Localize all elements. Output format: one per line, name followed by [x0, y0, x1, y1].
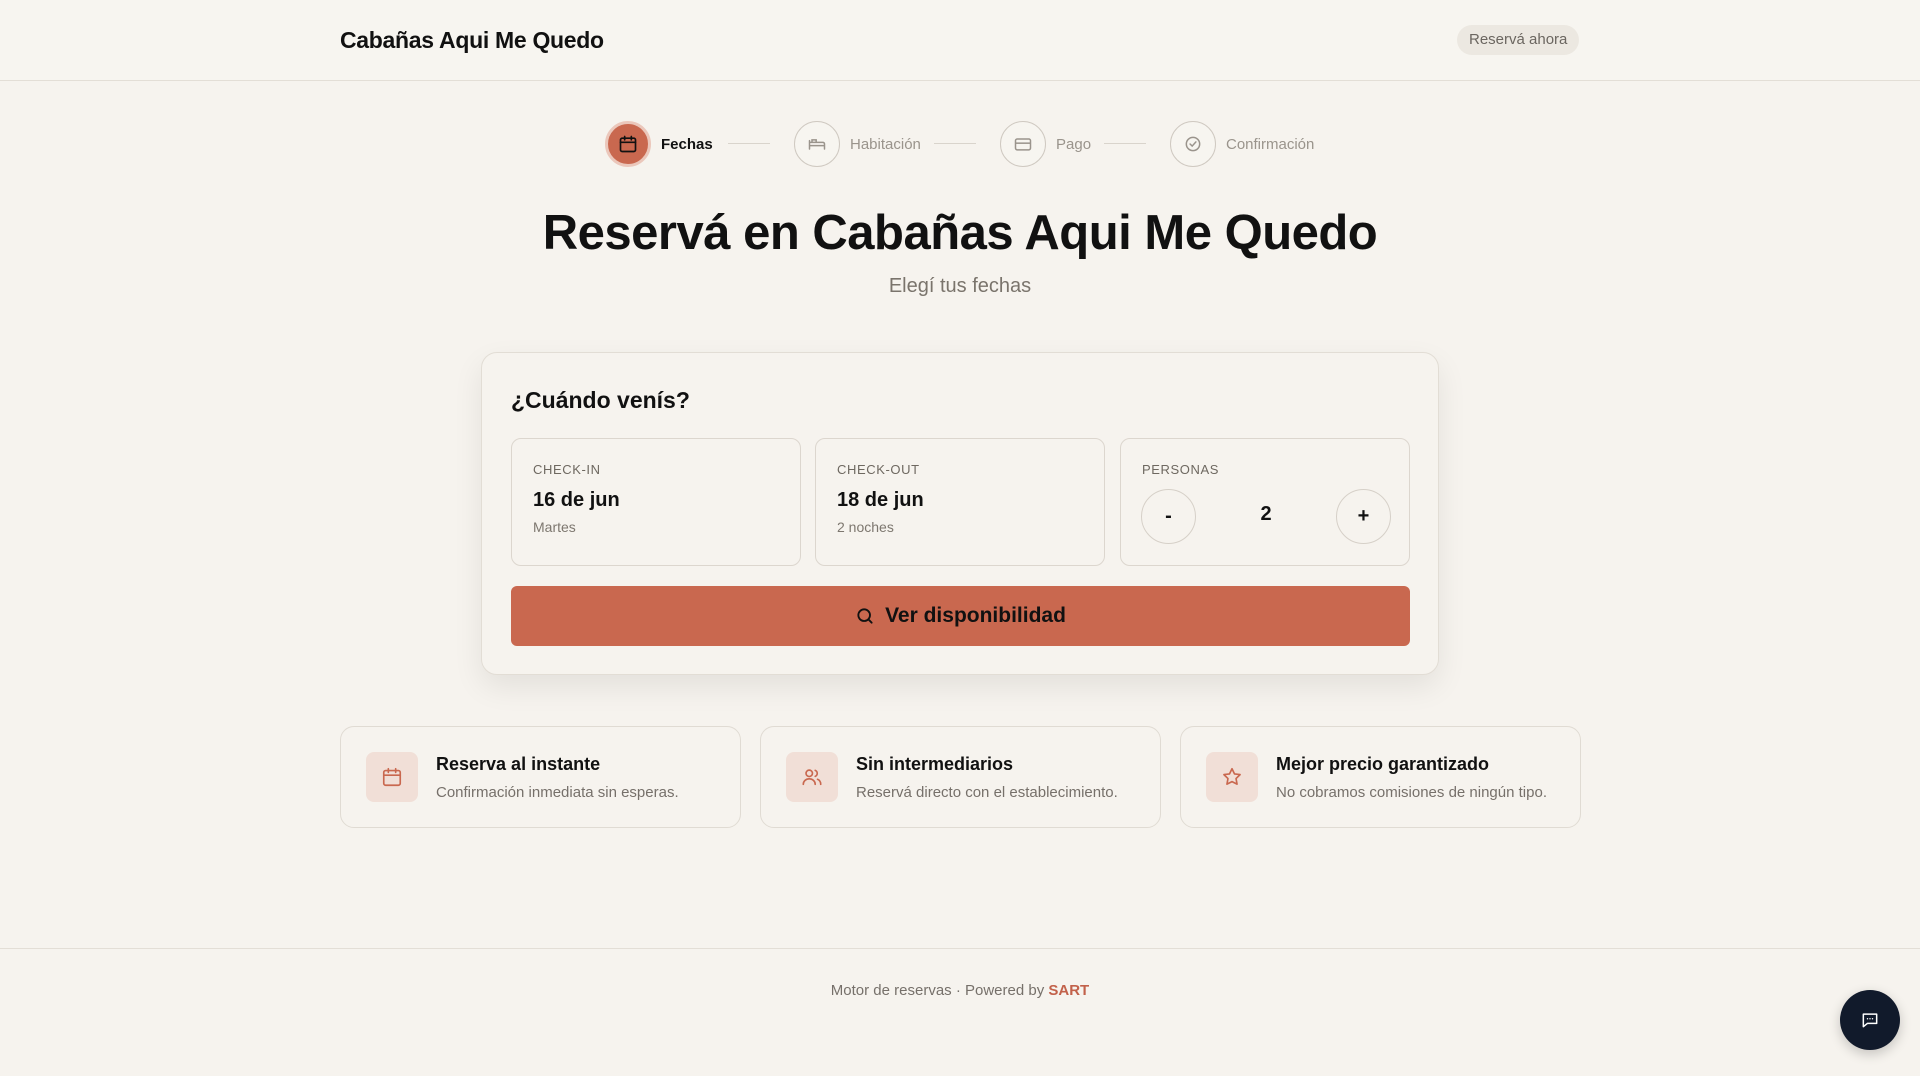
star-icon	[1206, 752, 1258, 802]
users-icon	[786, 752, 838, 802]
step-divider	[1104, 143, 1146, 144]
calendar-icon	[366, 752, 418, 802]
feature-card-instant: Reserva al instante Confirmación inmedia…	[340, 726, 741, 828]
checkin-date: 16 de jun	[533, 489, 620, 511]
feature-title: Sin intermediarios	[856, 754, 1014, 774]
feature-card-price: Mejor precio garantizado No cobramos com…	[1180, 726, 1581, 828]
feature-description: Reservá directo con el establecimiento.	[856, 784, 1118, 801]
step-confirmacion[interactable]: Confirmación	[1170, 120, 1314, 168]
page-subtitle: Elegí tus fechas	[888, 275, 1032, 297]
footer-brand-link[interactable]: SART	[1048, 982, 1089, 999]
increase-guests-button[interactable]: +	[1336, 489, 1391, 544]
top-bar: Cabañas Aqui Me Quedo Reservá ahora	[0, 0, 1920, 81]
check-availability-button[interactable]: Ver disponibilidad	[511, 586, 1410, 646]
card-title: ¿Cuándo venís?	[511, 387, 690, 413]
page-title: Reservá en Cabañas Aqui Me Quedo	[542, 206, 1378, 260]
reserve-now-button[interactable]: Reservá ahora	[1457, 25, 1580, 55]
check-circle-icon	[1170, 121, 1216, 167]
bed-icon	[794, 121, 840, 167]
step-fechas[interactable]: Fechas	[605, 120, 713, 168]
feature-description: Confirmación inmediata sin esperas.	[436, 784, 679, 801]
checkout-nights: 2 noches	[837, 519, 894, 535]
calendar-icon	[605, 121, 651, 167]
search-icon	[855, 606, 875, 626]
brand-name[interactable]: Cabañas Aqui Me Quedo	[340, 27, 604, 54]
booking-stepper: Fechas Habitación Pago Confirmación	[0, 120, 1920, 168]
checkin-field[interactable]: CHECK-IN 16 de jun Martes	[511, 438, 801, 566]
feature-description: No cobramos comisiones de ningún tipo.	[1276, 784, 1547, 801]
footer-label: Motor de reservas · Powered by	[830, 982, 1049, 999]
credit-card-icon	[1000, 121, 1046, 167]
step-habitacion[interactable]: Habitación	[794, 120, 921, 168]
guests-field: PERSONAS - 2 +	[1120, 438, 1410, 566]
chat-icon	[1860, 1010, 1880, 1030]
chat-button[interactable]	[1840, 990, 1900, 1050]
guests-label: PERSONAS	[1142, 462, 1220, 477]
feature-title: Reserva al instante	[436, 754, 601, 774]
step-divider	[728, 143, 770, 144]
checkout-date: 18 de jun	[837, 489, 924, 511]
guests-count: 2	[1260, 503, 1272, 525]
cta-label: Ver disponibilidad	[885, 604, 1066, 627]
feature-title: Mejor precio garantizado	[1276, 754, 1490, 774]
step-label: Confirmación	[1226, 135, 1315, 153]
footer-text: Motor de reservas · Powered by SART	[0, 982, 1920, 999]
step-pago[interactable]: Pago	[1000, 120, 1091, 168]
step-divider	[934, 143, 976, 144]
checkout-label: CHECK-OUT	[837, 462, 920, 477]
checkin-weekday: Martes	[533, 519, 576, 535]
checkout-field[interactable]: CHECK-OUT 18 de jun 2 noches	[815, 438, 1105, 566]
booking-card: ¿Cuándo venís? CHECK-IN 16 de jun Martes…	[481, 352, 1439, 675]
step-label: Pago	[1056, 135, 1092, 153]
step-label: Habitación	[850, 135, 921, 153]
feature-card-direct: Sin intermediarios Reservá directo con e…	[760, 726, 1161, 828]
step-label: Fechas	[661, 135, 713, 153]
decrease-guests-button[interactable]: -	[1141, 489, 1196, 544]
checkin-label: CHECK-IN	[533, 462, 601, 477]
footer: Motor de reservas · Powered by SART	[0, 948, 1920, 1076]
